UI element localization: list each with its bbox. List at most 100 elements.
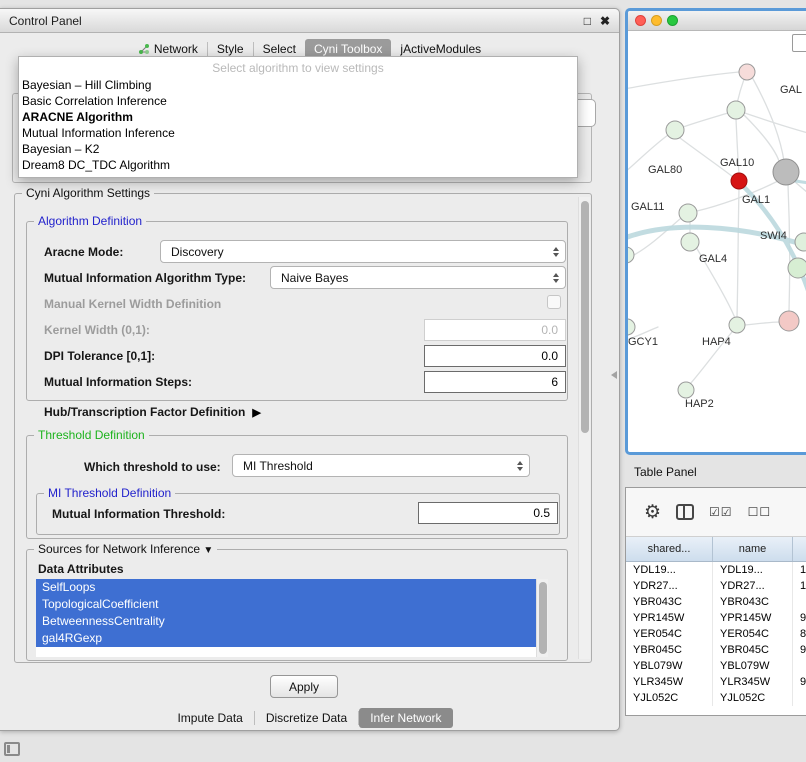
expand-right-icon: ▶: [252, 406, 260, 419]
mi-type-value: Naive Bayes: [281, 271, 348, 285]
table-row[interactable]: YBR043C YBR043C: [626, 594, 806, 610]
cell: YJL052C: [713, 690, 793, 706]
algorithm-option-selected[interactable]: ARACNE Algorithm: [19, 109, 577, 125]
network-node-hap4[interactable]: [729, 317, 745, 333]
attribute-item-selected[interactable]: gal4RGexp: [36, 630, 548, 647]
table-row[interactable]: YER054C YER054C 8.: [626, 626, 806, 642]
sources-legend[interactable]: Sources for Network Inference ▼: [34, 542, 217, 556]
network-node-clipped-left[interactable]: [628, 247, 634, 263]
mi-threshold-legend: MI Threshold Definition: [44, 486, 175, 500]
network-node-swi4[interactable]: [795, 233, 806, 251]
network-node-pink2[interactable]: [779, 311, 799, 331]
cell: YBL079W: [713, 658, 793, 674]
cell: YPR145W: [626, 610, 713, 626]
network-node-pink[interactable]: [739, 64, 755, 80]
threshold-definition-legend: Threshold Definition: [34, 428, 149, 442]
table-row[interactable]: YJL052C YJL052C: [626, 690, 806, 706]
deselect-all-checkboxes-icon[interactable]: ☐☐: [748, 505, 772, 519]
column-header-name[interactable]: name: [713, 537, 793, 561]
table-row[interactable]: YDL19... YDL19... 13: [626, 562, 806, 578]
manual-kernel-checkbox[interactable]: [547, 295, 561, 309]
kernel-width-label: Kernel Width (0,1):: [44, 323, 150, 337]
network-window-titlebar: [628, 11, 806, 31]
chevron-updown-icon: [553, 273, 559, 283]
aracne-mode-select[interactable]: Discovery: [160, 240, 566, 263]
kernel-width-field[interactable]: [424, 319, 566, 341]
birdseye-toggle[interactable]: [792, 34, 806, 52]
mi-steps-field[interactable]: [424, 371, 566, 393]
settings-scrollbar[interactable]: [578, 197, 590, 659]
aracne-mode-label: Aracne Mode:: [44, 245, 123, 259]
control-panel-titlebar: Control Panel □ ✖: [0, 9, 619, 33]
table-row[interactable]: YBL079W YBL079W: [626, 658, 806, 674]
zoom-window-icon[interactable]: [667, 15, 678, 26]
attribute-item-selected[interactable]: SelfLoops: [36, 579, 548, 596]
which-threshold-label: Which threshold to use:: [84, 460, 221, 474]
close-window-icon[interactable]: [635, 15, 646, 26]
cell: YJL052C: [626, 690, 713, 706]
algorithm-option[interactable]: Bayesian – K2: [19, 141, 577, 157]
cell: YDL19...: [713, 562, 793, 578]
network-node-hap2[interactable]: [678, 382, 694, 398]
network-node-green-right[interactable]: [788, 258, 806, 278]
restore-panel-icon[interactable]: [4, 742, 20, 756]
algorithm-dropdown-popup: Select algorithm to view settings Bayesi…: [18, 56, 578, 178]
node-label: GAL10: [720, 157, 754, 169]
sources-legend-label: Sources for Network Inference: [38, 542, 200, 556]
network-canvas[interactable]: GAL80 GAL10 GAL11 GAL1 SWI4 GAL4 GCY1 HA…: [628, 31, 806, 452]
tab-impute-data[interactable]: Impute Data: [166, 708, 253, 728]
columns-icon[interactable]: [676, 504, 694, 520]
attributes-scrollbar-thumb[interactable]: [539, 582, 547, 654]
cell: YLR345W: [626, 674, 713, 690]
panel-collapse-arrow-icon[interactable]: [611, 371, 617, 379]
network-icon: [138, 43, 150, 55]
mi-threshold-label: Mutual Information Threshold:: [52, 507, 225, 521]
node-label: GCY1: [628, 336, 658, 348]
table-header: shared... name: [626, 537, 806, 562]
close-panel-icon[interactable]: ✖: [600, 14, 610, 28]
tab-discretize-data[interactable]: Discretize Data: [255, 708, 358, 728]
apply-button[interactable]: Apply: [270, 675, 338, 698]
network-node-gal11[interactable]: [679, 204, 697, 222]
minimize-window-icon[interactable]: [651, 15, 662, 26]
network-graph: GAL80 GAL10 GAL11 GAL1 SWI4 GAL4 GCY1 HA…: [628, 31, 806, 452]
table-row[interactable]: YDR27... YDR27... 12: [626, 578, 806, 594]
settings-scrollbar-thumb[interactable]: [581, 201, 589, 433]
network-node-gal4[interactable]: [681, 233, 699, 251]
select-all-checkboxes-icon[interactable]: ☑☑: [709, 505, 733, 519]
mi-steps-label: Mutual Information Steps:: [44, 375, 192, 389]
table-row[interactable]: YLR345W YLR345W 9.: [626, 674, 806, 690]
network-node-gal80[interactable]: [666, 121, 684, 139]
table-row[interactable]: YPR145W YPR145W 9.: [626, 610, 806, 626]
which-threshold-select[interactable]: MI Threshold: [232, 454, 530, 477]
mi-threshold-field[interactable]: [418, 502, 558, 524]
tab-infer-network[interactable]: Infer Network: [359, 708, 452, 728]
attributes-scrollbar[interactable]: [536, 579, 548, 657]
algorithm-option[interactable]: Bayesian – Hill Climbing: [19, 77, 577, 93]
dpi-tolerance-field[interactable]: [424, 345, 566, 367]
mi-type-select[interactable]: Naive Bayes: [270, 266, 566, 289]
column-header-clipped[interactable]: [793, 537, 806, 561]
bottom-tab-bar: Impute Data Discretize Data Infer Networ…: [0, 708, 619, 728]
table-panel: ⚙ ☑☑ ☐☐ shared... name YDL19... YDL19...…: [625, 487, 806, 716]
network-node-gcy1[interactable]: [628, 319, 635, 335]
tab-network-label: Network: [154, 42, 198, 56]
network-node-green[interactable]: [727, 101, 745, 119]
algorithm-option[interactable]: Mutual Information Inference: [19, 125, 577, 141]
algorithm-option[interactable]: Basic Correlation Inference: [19, 93, 577, 109]
cell: YBR043C: [626, 594, 713, 610]
attribute-item-selected[interactable]: BetweennessCentrality: [36, 613, 548, 630]
network-node-red-gal10[interactable]: [731, 173, 747, 189]
column-header-shared-name[interactable]: shared...: [626, 537, 713, 561]
cell: 8.: [793, 626, 806, 642]
attribute-item-selected[interactable]: TopologicalCoefficient: [36, 596, 548, 613]
cell: [793, 594, 806, 610]
node-label: GAL4: [699, 253, 727, 265]
table-row[interactable]: YBR045C YBR045C 9.: [626, 642, 806, 658]
hub-factor-expander[interactable]: Hub/Transcription Factor Definition ▶: [44, 405, 261, 419]
network-node-gray[interactable]: [773, 159, 799, 185]
cell: YBR045C: [626, 642, 713, 658]
gear-icon[interactable]: ⚙: [644, 503, 661, 522]
algorithm-option[interactable]: Dream8 DC_TDC Algorithm: [19, 157, 577, 173]
float-panel-icon[interactable]: □: [584, 14, 591, 28]
